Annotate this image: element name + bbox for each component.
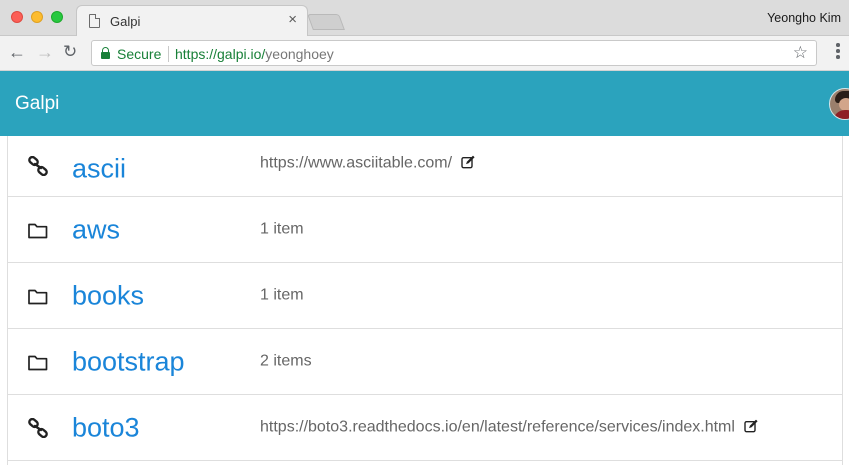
browser-menu-icon[interactable] [836,43,840,61]
address-bar[interactable]: Secure https://galpi.io/yeonghoey ☆ [91,40,817,66]
list-item[interactable]: bootstrap 2 items [8,329,842,395]
new-tab-button[interactable] [307,14,345,30]
list-item[interactable]: boto3 https://boto3.readthedocs.io/en/lat… [8,395,842,461]
address-divider [168,46,169,62]
edit-icon[interactable] [744,419,758,433]
folder-icon [27,286,49,306]
secure-label: Secure [117,46,162,62]
url-base: https://galpi.io/ [175,46,266,62]
browser-titlebar: Galpi × Yeongho Kim [0,0,849,36]
link-icon [27,155,49,177]
folder-icon [27,352,49,372]
item-url: https://boto3.readthedocs.io/en/latest/r… [260,418,758,436]
item-name-link[interactable]: books [72,280,144,311]
item-name-link[interactable]: bootstrap [72,346,185,377]
bookmark-star-icon[interactable]: ☆ [793,43,808,63]
tab-title: Galpi [110,14,141,29]
item-info-text: 1 item [260,220,304,238]
item-count: 1 item [260,220,304,238]
avatar[interactable] [829,88,849,120]
document-icon [89,14,100,28]
item-count: 1 item [260,286,304,304]
window-close-button[interactable] [11,11,23,23]
window-maximize-button[interactable] [51,11,63,23]
browser-toolbar: ← → ↻ Secure https://galpi.io/yeonghoey … [0,36,849,71]
folder-icon [27,220,49,240]
item-info-text: https://boto3.readthedocs.io/en/latest/r… [260,418,735,436]
reload-icon[interactable]: ↻ [63,41,77,63]
link-icon [27,417,49,438]
brand-link[interactable]: Galpi [15,93,59,115]
tab-close-icon[interactable]: × [288,12,297,28]
item-info-text: 1 item [260,286,304,304]
window-minimize-button[interactable] [31,11,43,23]
item-url: https://www.asciitable.com/ [260,155,475,173]
browser-tab[interactable]: Galpi × [76,5,308,36]
list-item[interactable]: aws 1 item [8,197,842,263]
back-arrow-icon[interactable]: ← [8,41,26,63]
item-info-text: https://www.asciitable.com/ [260,154,453,172]
item-name-link[interactable]: aws [72,214,120,245]
edit-icon[interactable] [461,155,475,169]
forward-arrow-icon[interactable]: → [36,41,54,63]
item-list: ascii https://www.asciitable.com/aws 1 ite… [7,136,843,465]
url-text[interactable]: https://galpi.io/yeonghoey [175,46,334,62]
app-navbar: Galpi [0,71,849,136]
list-item[interactable]: ascii https://www.asciitable.com/ [8,136,842,197]
item-count: 2 items [260,352,312,370]
lock-icon [101,47,110,59]
url-path: yeonghoey [265,46,334,62]
item-info-text: 2 items [260,352,312,370]
list-item[interactable]: books 1 item [8,263,842,329]
item-name-link[interactable]: boto3 [72,412,140,443]
profile-name[interactable]: Yeongho Kim [767,11,841,25]
item-name-link[interactable]: ascii [72,154,126,185]
